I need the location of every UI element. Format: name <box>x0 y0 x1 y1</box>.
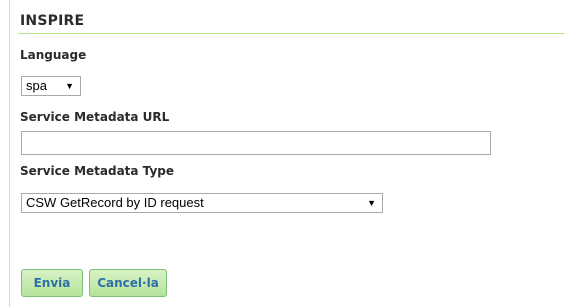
chevron-down-icon: ▼ <box>367 198 376 208</box>
chevron-down-icon: ▼ <box>65 81 74 91</box>
language-label: Language <box>20 48 87 62</box>
service-metadata-type-label: Service Metadata Type <box>20 164 174 178</box>
title-divider <box>18 33 564 34</box>
service-metadata-type-value: CSW GetRecord by ID request <box>26 195 204 210</box>
service-metadata-url-input[interactable] <box>21 131 491 155</box>
inspire-panel: INSPIRE Language spa ▼ Service Metadata … <box>9 0 564 307</box>
section-title: INSPIRE <box>20 13 85 29</box>
service-metadata-type-select[interactable]: CSW GetRecord by ID request ▼ <box>21 193 383 213</box>
cancel-button[interactable]: Cancel·la <box>89 269 167 297</box>
submit-button[interactable]: Envia <box>21 269 83 297</box>
service-metadata-url-label: Service Metadata URL <box>20 110 170 124</box>
language-select-value: spa <box>26 78 47 93</box>
language-select[interactable]: spa ▼ <box>21 76 81 96</box>
